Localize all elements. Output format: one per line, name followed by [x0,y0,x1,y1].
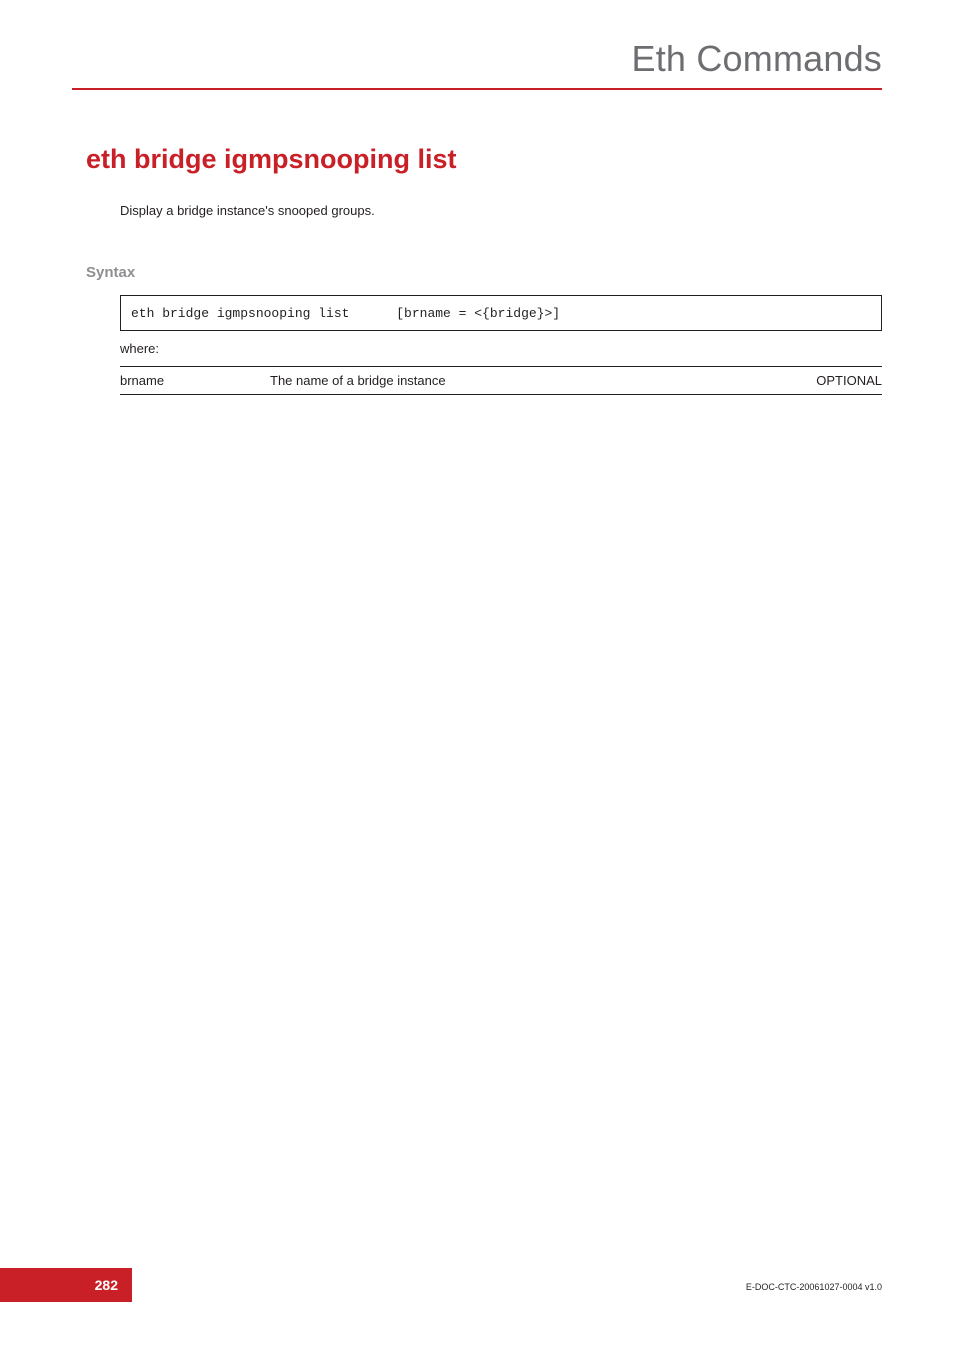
command-description: Display a bridge instance's snooped grou… [120,203,882,218]
param-name: brname [120,367,270,395]
param-table: brname The name of a bridge instance OPT… [120,366,882,395]
footer-bar: 282 [0,1268,132,1302]
param-optionality: OPTIONAL [772,367,882,395]
page-header-title: Eth Commands [632,38,883,80]
header-area: Eth Commands [72,38,882,90]
doc-id: E-DOC-CTC-20061027-0004 v1.0 [746,1282,882,1292]
page-number: 282 [95,1277,118,1293]
syntax-box: eth bridge igmpsnooping list [brname = <… [120,295,882,331]
table-row: brname The name of a bridge instance OPT… [120,367,882,395]
param-description: The name of a bridge instance [270,367,772,395]
where-label: where: [120,341,882,356]
syntax-code: eth bridge igmpsnooping list [brname = <… [131,306,560,321]
footer: 282 E-DOC-CTC-20061027-0004 v1.0 [0,1268,954,1302]
syntax-label: Syntax [86,264,882,281]
page-container: Eth Commands eth bridge igmpsnooping lis… [0,0,954,1350]
command-title: eth bridge igmpsnooping list [86,144,882,175]
